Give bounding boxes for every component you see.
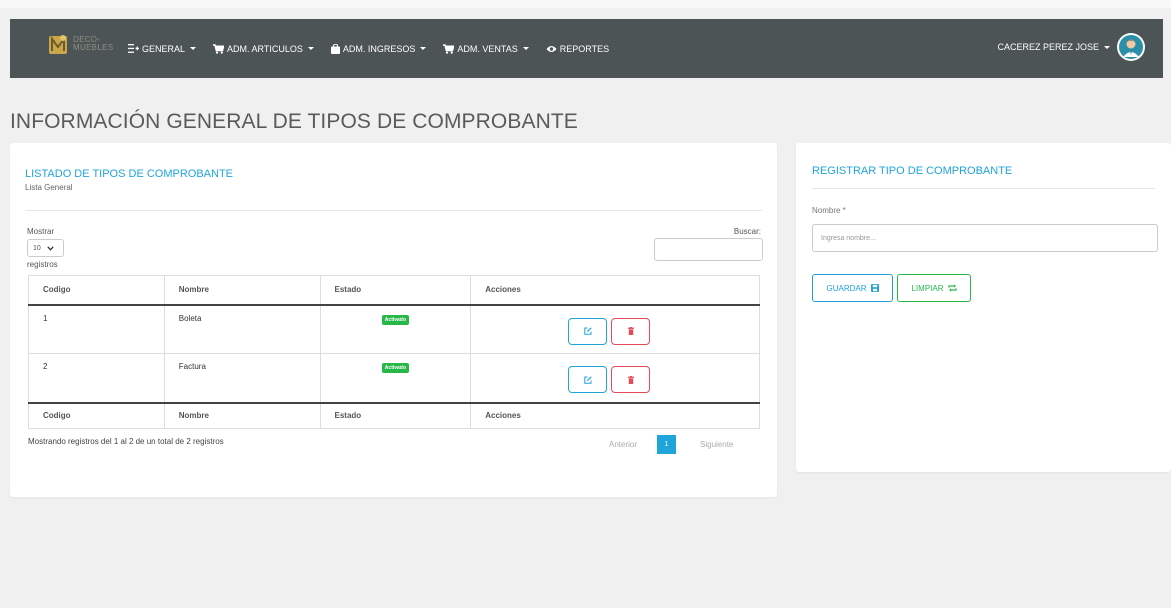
eye-icon bbox=[546, 45, 557, 52]
cell-nombre: Boleta bbox=[163, 304, 320, 354]
nav-adm-ventas[interactable]: ADM. VENTAS bbox=[443, 43, 529, 54]
edit-button[interactable] bbox=[568, 366, 608, 394]
trash-icon bbox=[627, 375, 634, 384]
divider bbox=[812, 188, 1155, 189]
bag-icon bbox=[330, 43, 340, 54]
list-card: LISTADO DE TIPOS DE COMPROBANTE Lista Ge… bbox=[10, 143, 777, 497]
form-card: REGISTRAR TIPO DE COMPROBANTE Nombre * I… bbox=[796, 143, 1171, 472]
nav-adm-ingresos-label: ADM. INGRESOS bbox=[342, 43, 416, 54]
caret-down-icon bbox=[522, 47, 529, 50]
caret-down-icon bbox=[1104, 45, 1110, 49]
status-badge: Activado bbox=[381, 314, 409, 325]
table-row: 2 Factura Activado bbox=[28, 353, 760, 403]
nav-adm-articulos[interactable]: ADM. ARTICULOS bbox=[213, 44, 314, 54]
user-name: CACEREZ PEREZ JOSE bbox=[997, 42, 1099, 52]
brand-logo[interactable]: DECO- MUEBLES bbox=[48, 33, 113, 55]
refresh-icon bbox=[947, 284, 957, 292]
navbar: DECO- MUEBLES GENERAL ADM. ARTICULOS ADM… bbox=[10, 19, 1163, 78]
name-input[interactable]: Ingresa nombre... bbox=[812, 224, 1158, 252]
pagination: Anterior 1 Siguiente bbox=[609, 435, 733, 454]
table-info: Mostrando registros del 1 al 2 de un tot… bbox=[28, 437, 224, 446]
nav-general-label: GENERAL bbox=[142, 43, 186, 54]
nav-adm-ventas-label: ADM. VENTAS bbox=[457, 43, 518, 54]
save-button[interactable]: GUARDAR bbox=[812, 274, 893, 302]
cell-acciones bbox=[470, 304, 760, 354]
cell-estado: Activado bbox=[319, 353, 471, 403]
edit-button[interactable] bbox=[568, 317, 608, 345]
chevron-down-icon bbox=[47, 245, 54, 251]
page-title: INFORMACIÓN GENERAL DE TIPOS DE COMPROBA… bbox=[10, 110, 578, 133]
search-label: Buscar: bbox=[733, 227, 761, 236]
user-menu[interactable]: CACEREZ PEREZ JOSE bbox=[997, 33, 1145, 61]
types-table: Codigo Nombre Estado Acciones 1 Boleta A… bbox=[28, 275, 760, 429]
edit-icon bbox=[584, 376, 592, 384]
cell-acciones bbox=[470, 353, 760, 403]
logo-text-line2: MUEBLES bbox=[73, 43, 114, 52]
page-length-value: 10 bbox=[33, 244, 41, 252]
nav-reportes-label: REPORTES bbox=[559, 43, 610, 54]
floppy-icon bbox=[870, 284, 879, 292]
logo-icon bbox=[48, 33, 68, 55]
name-label: Nombre * bbox=[812, 206, 846, 215]
name-input-placeholder: Ingresa nombre... bbox=[821, 234, 876, 242]
search-input[interactable] bbox=[654, 238, 763, 261]
cell-estado: Activado bbox=[319, 304, 471, 354]
clean-button[interactable]: LIMPIAR bbox=[897, 274, 971, 302]
col-header-estado[interactable]: Estado bbox=[319, 275, 471, 305]
caret-down-icon bbox=[307, 47, 314, 50]
col-footer-acciones: Acciones bbox=[470, 402, 760, 429]
cell-codigo: 1 bbox=[43, 313, 48, 323]
col-footer-nombre: Nombre bbox=[163, 402, 320, 429]
col-header-acciones[interactable]: Acciones bbox=[470, 275, 760, 305]
status-badge: Activado bbox=[381, 363, 409, 373]
delete-button[interactable] bbox=[611, 366, 651, 394]
nav-menu: GENERAL ADM. ARTICULOS ADM. INGRESOS ADM… bbox=[128, 19, 626, 78]
cart-icon bbox=[213, 43, 225, 54]
top-strip bbox=[0, 0, 1171, 8]
caret-down-icon bbox=[190, 47, 197, 50]
avatar[interactable] bbox=[1117, 33, 1145, 61]
cell-codigo: 2 bbox=[43, 362, 48, 371]
nav-general[interactable]: GENERAL bbox=[128, 43, 197, 54]
cart-icon bbox=[443, 43, 455, 54]
caret-down-icon bbox=[420, 47, 427, 50]
list-card-title: LISTADO DE TIPOS DE COMPROBANTE bbox=[25, 168, 234, 180]
pager-current[interactable]: 1 bbox=[657, 435, 677, 454]
records-label: registros bbox=[27, 260, 58, 269]
form-card-title: REGISTRAR TIPO DE COMPROBANTE bbox=[812, 165, 1013, 177]
nav-adm-ingresos[interactable]: ADM. INGRESOS bbox=[330, 43, 427, 54]
col-footer-estado: Estado bbox=[319, 402, 471, 429]
clean-button-label: LIMPIAR bbox=[911, 283, 944, 293]
divider bbox=[25, 210, 762, 211]
col-footer-codigo: Codigo bbox=[43, 411, 71, 421]
save-button-label: GUARDAR bbox=[826, 283, 867, 293]
page-length-select[interactable]: 10 bbox=[27, 239, 64, 257]
show-label: Mostrar bbox=[27, 227, 55, 236]
table-row: 1 Boleta Activado bbox=[28, 304, 760, 354]
list-card-subtitle: Lista General bbox=[25, 183, 73, 192]
cell-nombre: Factura bbox=[163, 353, 320, 403]
edit-icon bbox=[584, 327, 592, 335]
pager-prev[interactable]: Anterior bbox=[609, 440, 637, 449]
nav-reportes[interactable]: REPORTES bbox=[546, 44, 609, 54]
pager-next[interactable]: Siguiente bbox=[700, 440, 733, 449]
col-header-codigo[interactable]: Codigo bbox=[29, 276, 165, 305]
list-plus-icon bbox=[128, 44, 139, 53]
delete-button[interactable] bbox=[611, 317, 651, 345]
trash-icon bbox=[627, 327, 634, 336]
col-header-nombre[interactable]: Nombre bbox=[163, 275, 320, 305]
nav-adm-articulos-label: ADM. ARTICULOS bbox=[227, 43, 303, 54]
